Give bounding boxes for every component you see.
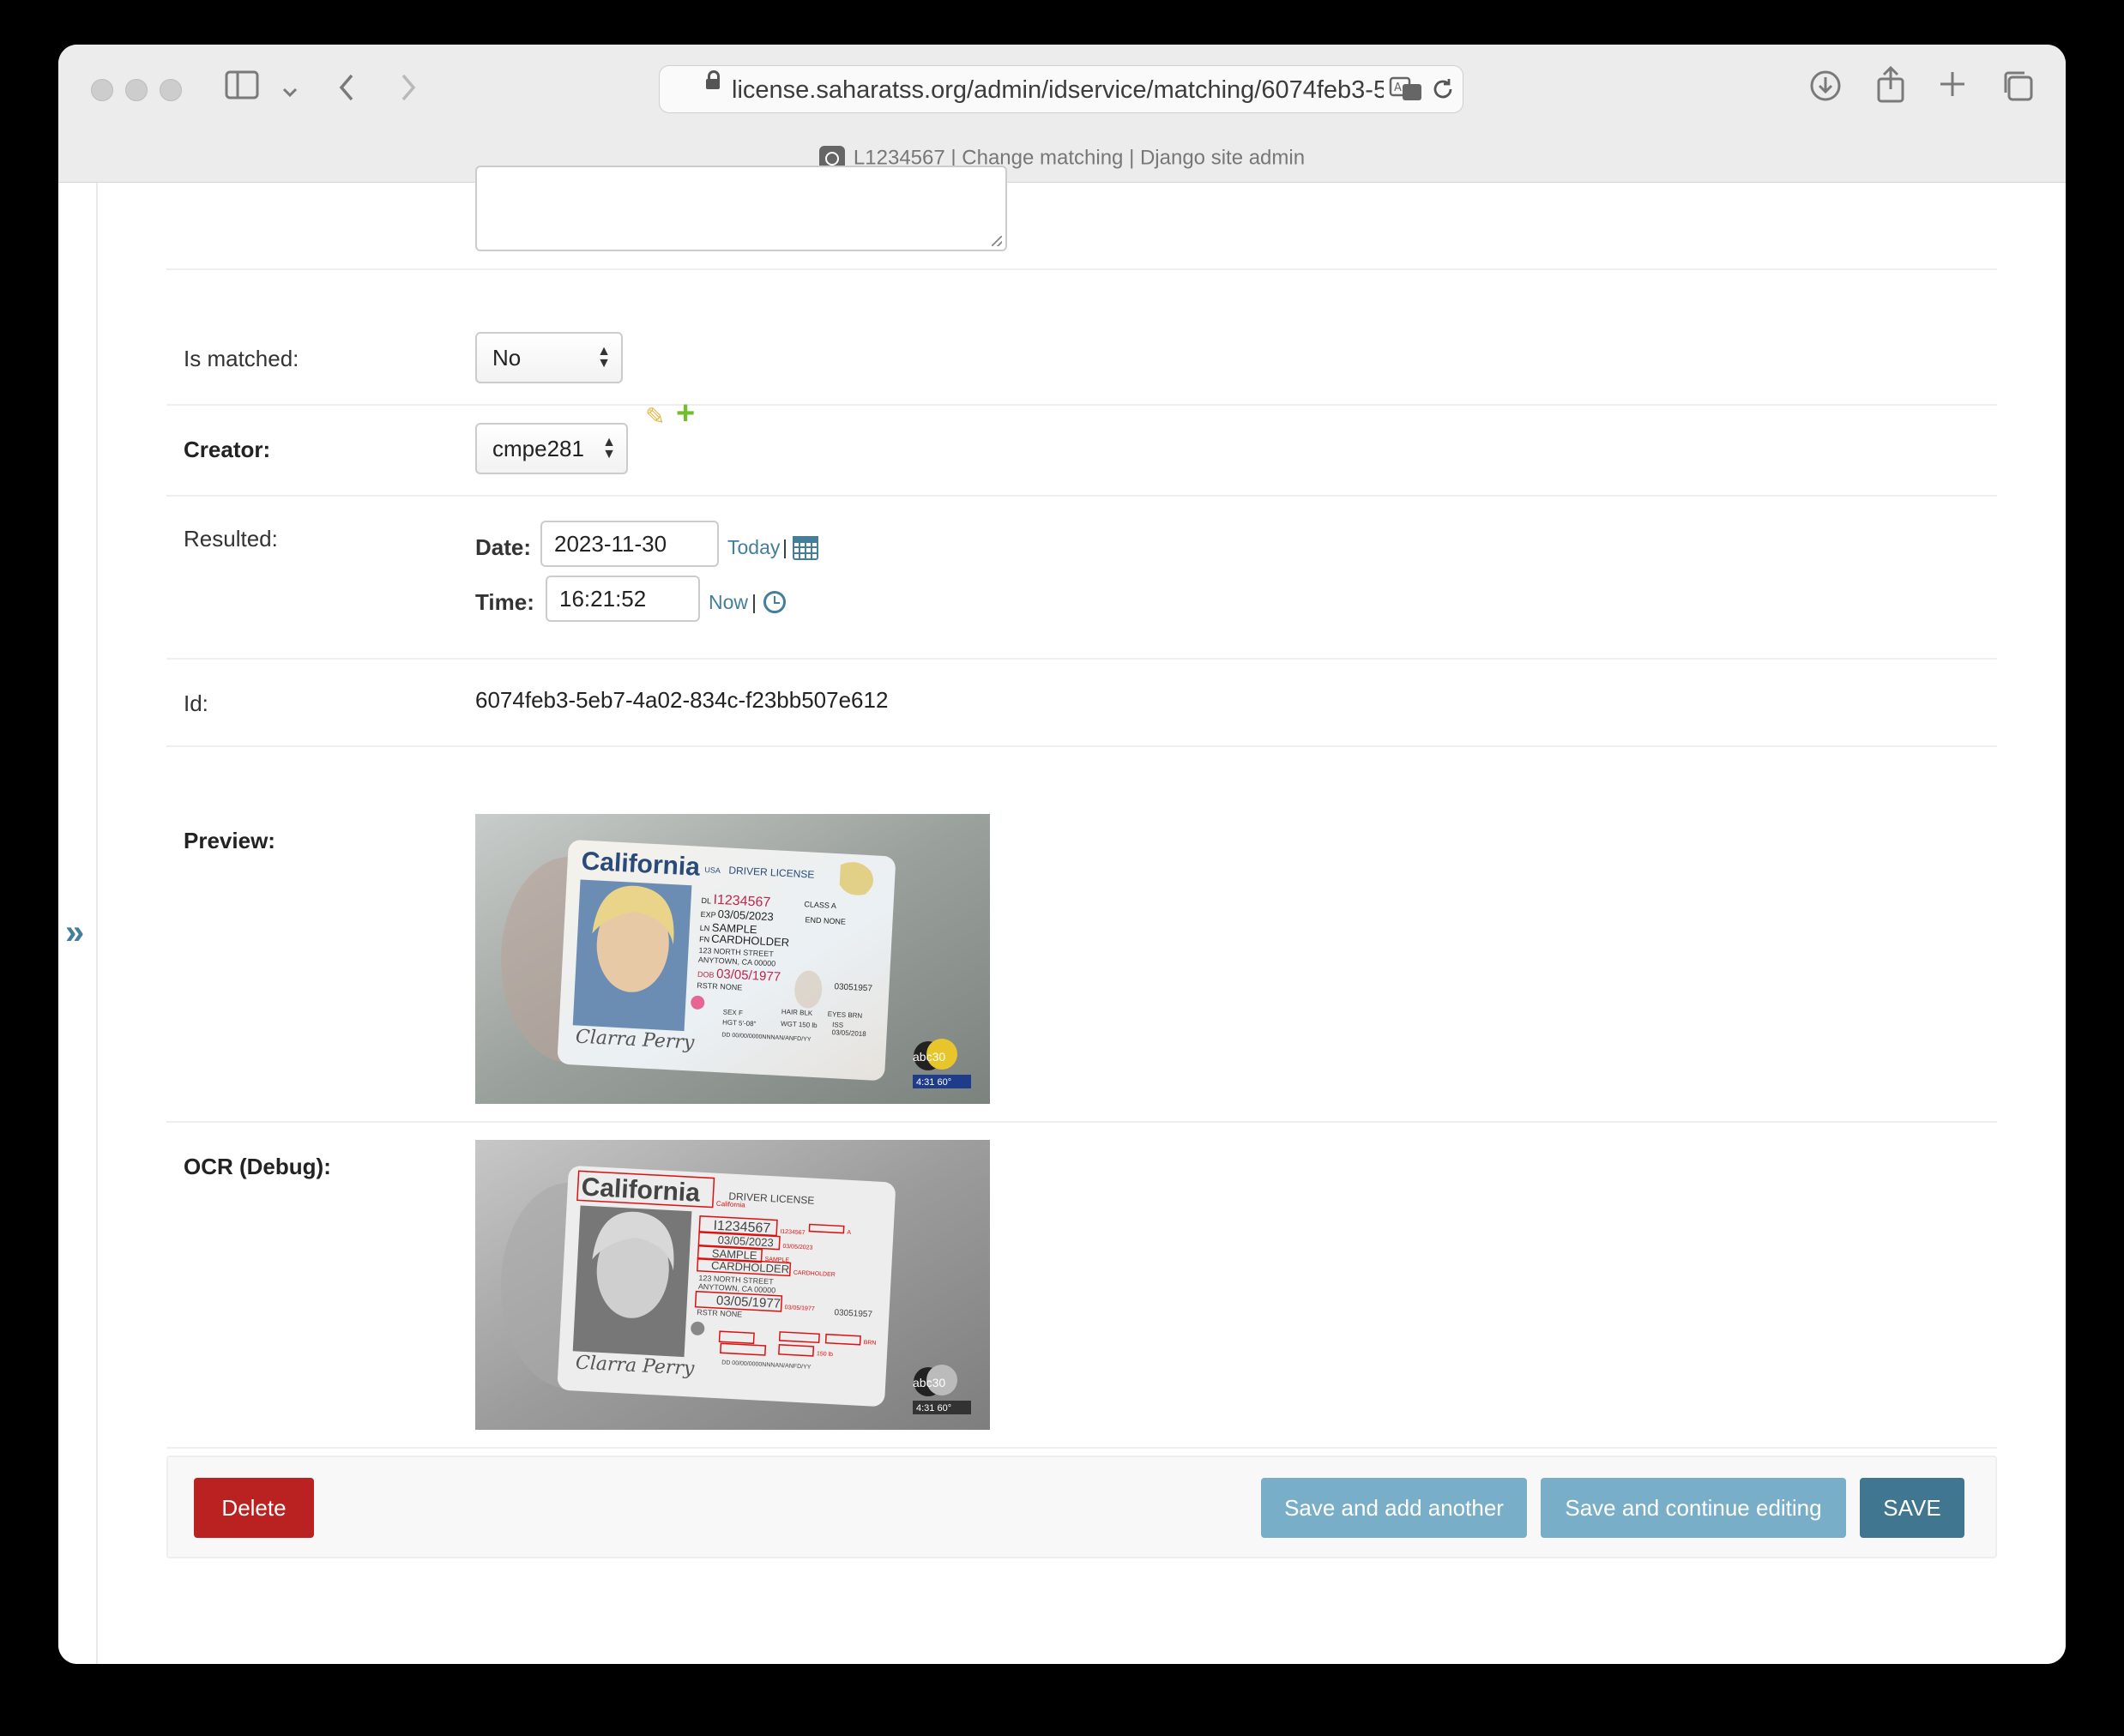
save-button[interactable]: SAVE [1860, 1478, 1964, 1538]
card-usa: USA [704, 865, 721, 875]
card-ln-prefix: LN [700, 924, 710, 933]
row-divider [166, 404, 1997, 406]
notes-textarea[interactable] [475, 166, 1007, 251]
card-sex: SEX F [723, 1008, 744, 1016]
preview-image: California USA DRIVER LICENSE DL I123456… [475, 814, 990, 1104]
time-input[interactable]: 16:21:52 [546, 576, 700, 622]
expand-sidebar-icon[interactable]: » [65, 913, 84, 952]
is-matched-select[interactable]: No ▲ ▼ [475, 332, 623, 383]
page-content: » Is matched: No ▲ ▼ Creator: cmpe281 ▲ ▼ … [58, 166, 2066, 1664]
card-fn-prefix: FN [699, 935, 710, 944]
ocr-debug-label: OCR (Debug): [184, 1154, 331, 1179]
calendar-icon[interactable] [793, 536, 818, 560]
separator: | [782, 536, 787, 558]
browser-toolbar: license.saharatss.org/admin/idservice/ma… [58, 45, 2066, 183]
clock-icon[interactable] [763, 591, 786, 613]
back-icon[interactable] [336, 72, 357, 109]
card-class: CLASS A [804, 900, 836, 910]
reload-icon[interactable] [1430, 76, 1456, 106]
ocr-result-wgt: 150 lb [817, 1351, 834, 1358]
select-arrows-icon: ▲ ▼ [602, 435, 616, 461]
address-bar[interactable]: license.saharatss.org/admin/idservice/ma… [659, 65, 1463, 113]
tv-watermark: abc30 [913, 1050, 945, 1064]
creator-select[interactable]: cmpe281 ▲ ▼ [475, 423, 628, 474]
card-exp-prefix: EXP [700, 910, 716, 919]
creator-value: cmpe281 [492, 436, 584, 461]
add-plus-icon[interactable]: + [676, 395, 695, 432]
save-and-continue-button[interactable]: Save and continue editing [1541, 1478, 1846, 1538]
card-number: 03051957 [834, 982, 872, 993]
preview-label: Preview: [184, 828, 275, 853]
ocr-debug-image: California California DRIVER LICENSE I12… [475, 1140, 990, 1430]
is-matched-value: No [492, 345, 522, 371]
is-matched-label: Is matched: [184, 346, 299, 371]
row-divider [166, 1447, 1997, 1449]
row-divider [166, 1121, 1997, 1123]
now-link[interactable]: Now [709, 591, 748, 614]
select-arrows-icon: ▲ ▼ [597, 344, 611, 371]
time-label: Time: [475, 589, 534, 615]
ocr-card-number: 03051957 [834, 1308, 872, 1319]
card-dl-prefix: DL [701, 896, 711, 906]
resize-handle-icon[interactable] [992, 236, 1002, 246]
edit-pencil-icon[interactable]: ✎ [645, 402, 665, 431]
ocr-tv-overlay: 4:31 60° [916, 1403, 951, 1414]
id-label: Id: [184, 690, 208, 716]
tab-overview-icon[interactable] [2000, 69, 2035, 107]
creator-label: Creator: [184, 437, 271, 462]
ocr-result-a: A [847, 1230, 851, 1236]
date-label: Date: [475, 534, 532, 560]
minimize-window-button[interactable] [125, 79, 148, 101]
share-icon[interactable] [1874, 65, 1908, 107]
sidebar-toggle-icon[interactable] [225, 70, 259, 105]
separator: | [751, 591, 757, 613]
row-divider [166, 495, 1997, 497]
zoom-window-button[interactable] [160, 79, 182, 101]
tab-title[interactable]: L1234567 | Change matching | Django site… [58, 146, 2066, 172]
forward-icon[interactable] [398, 72, 419, 109]
download-icon[interactable] [1808, 69, 1843, 107]
new-tab-icon[interactable] [1937, 69, 1968, 104]
submit-row: Delete Save and add another Save and con… [166, 1456, 1997, 1558]
translate-icon[interactable]: A [1389, 76, 1423, 106]
tv-overlay: 4:31 60° [916, 1077, 951, 1088]
row-divider [166, 745, 1997, 747]
date-input[interactable]: 2023-11-30 [540, 521, 719, 567]
sidebar-divider [96, 183, 98, 1664]
url-text[interactable]: license.saharatss.org/admin/idservice/ma… [732, 76, 1384, 105]
delete-button[interactable]: Delete [194, 1478, 314, 1538]
id-value: 6074feb3-5eb7-4a02-834c-f23bb507e612 [475, 687, 889, 713]
chevron-down-icon[interactable] [281, 75, 299, 110]
row-divider [166, 268, 1997, 270]
lock-icon [706, 70, 720, 89]
ocr-tv-watermark: abc30 [913, 1376, 945, 1389]
ocr-result-brn: BRN [863, 1340, 876, 1347]
card-dob-prefix: DOB [697, 970, 715, 980]
save-and-add-another-button[interactable]: Save and add another [1261, 1478, 1527, 1538]
browser-window: license.saharatss.org/admin/idservice/ma… [58, 45, 2066, 1664]
resulted-label: Resulted: [184, 526, 278, 552]
row-divider [166, 658, 1997, 660]
today-link[interactable]: Today [727, 536, 780, 559]
close-window-button[interactable] [91, 79, 113, 101]
svg-text:A: A [1394, 81, 1402, 94]
